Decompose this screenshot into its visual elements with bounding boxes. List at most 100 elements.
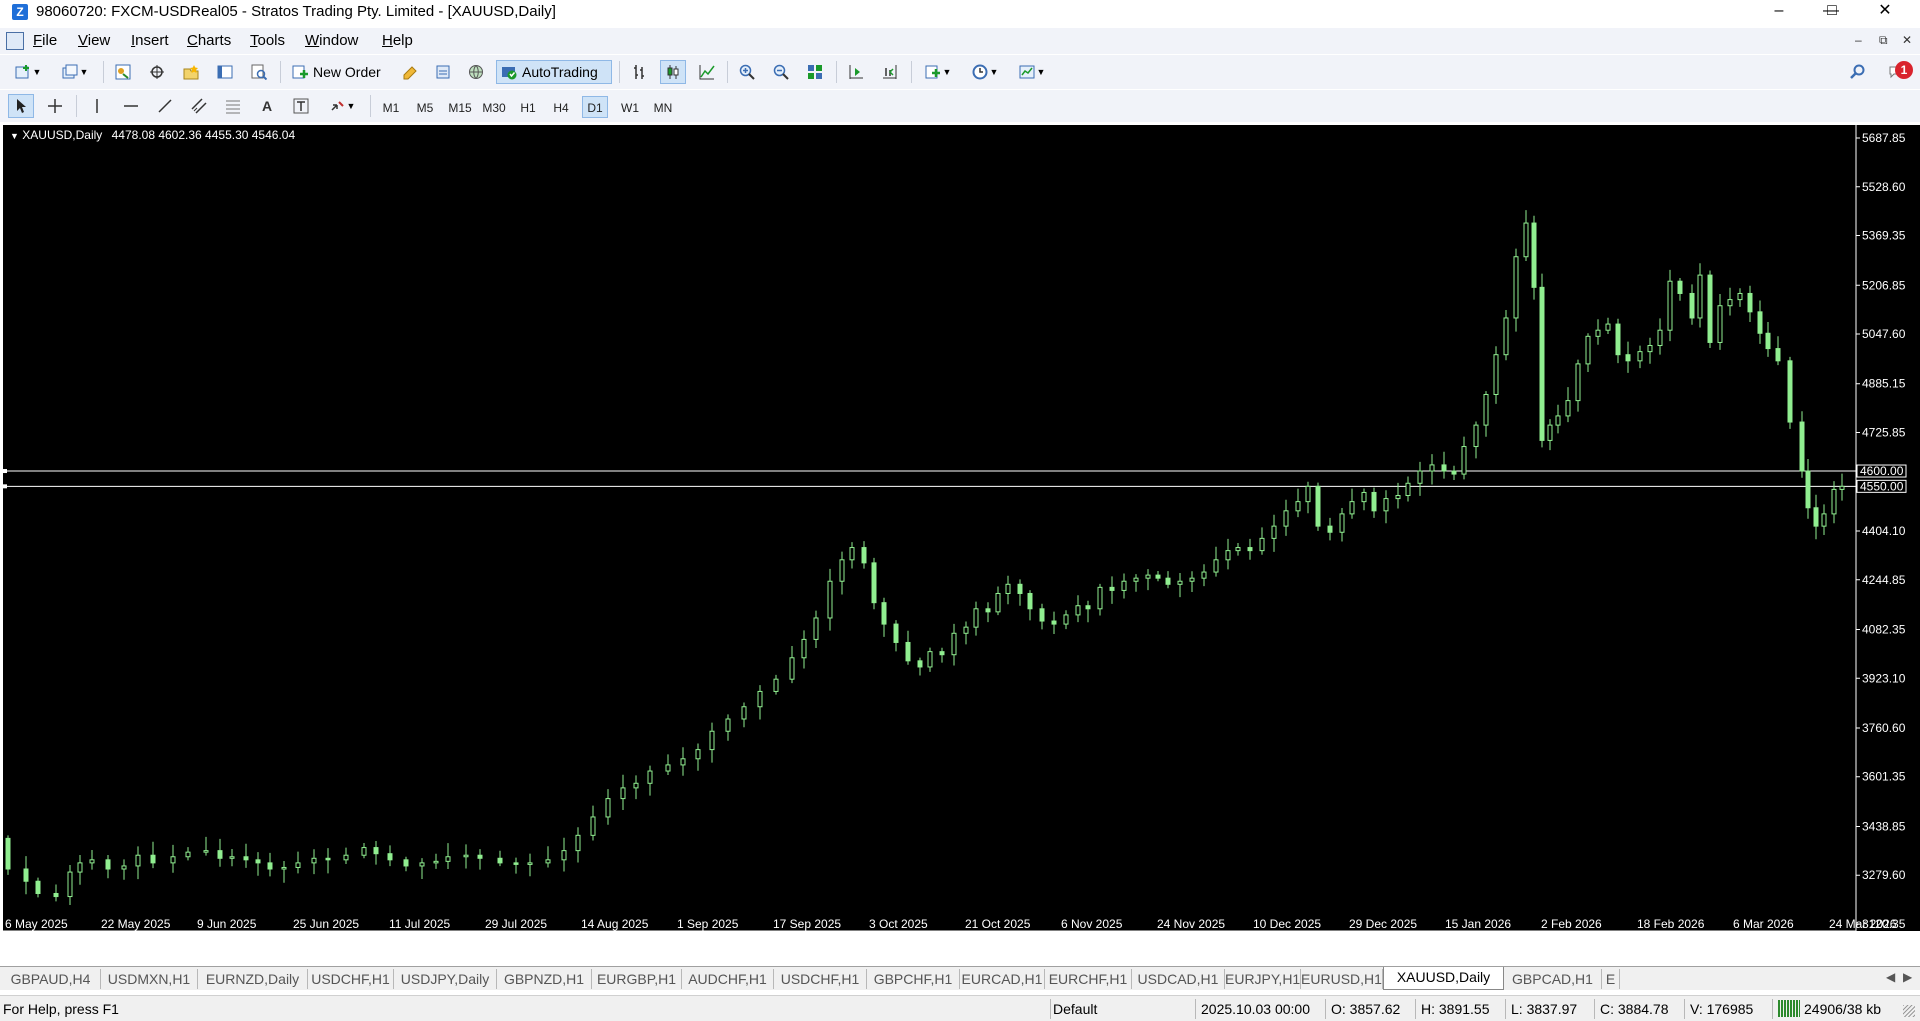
candle-body — [1839, 485, 1845, 490]
price-chart[interactable]: 5687.85 5528.60 5369.35 5206.85 5047.60 4885.… — [3, 125, 1920, 931]
vertical-line-tool-button[interactable] — [84, 94, 110, 118]
timeframe-mn-button[interactable]: MN — [650, 96, 676, 118]
chart-tab[interactable]: USDCAD,H1 — [1132, 969, 1225, 989]
new-order-label: New Order — [313, 64, 381, 80]
search-button[interactable] — [1844, 60, 1870, 84]
candle-body — [343, 854, 349, 861]
chart-tab[interactable]: GBPAUD,H4 — [1, 969, 101, 989]
close-button[interactable]: ✕ — [1862, 0, 1908, 24]
chart-shift-button[interactable] — [843, 60, 869, 84]
text-label-tool-button[interactable] — [288, 94, 314, 118]
profiles-button[interactable]: ▼ — [55, 60, 95, 84]
menu-charts[interactable]: Charts — [187, 32, 231, 49]
chart-tab[interactable]: USDJPY,Daily — [394, 969, 497, 989]
chart-tab[interactable]: E — [1602, 969, 1620, 989]
mdi-close-button[interactable]: ✕ — [1902, 33, 1912, 47]
zoom-in-button[interactable] — [734, 60, 760, 84]
tab-scroll-right-icon[interactable]: ▶ — [1903, 970, 1912, 984]
chart-tab[interactable]: GBPCAD,H1 — [1504, 969, 1602, 989]
menu-insert[interactable]: Insert — [131, 32, 169, 49]
market-button[interactable] — [463, 60, 489, 84]
resize-grip-icon[interactable] — [1903, 1005, 1915, 1017]
new-chart-button[interactable]: ▼ — [8, 60, 48, 84]
arrows-tool-button[interactable]: ▼ — [322, 94, 362, 118]
fibonacci-icon — [226, 100, 240, 114]
data-window-button[interactable] — [144, 60, 170, 84]
chart-menu-triangle-icon[interactable]: ▼ — [10, 131, 19, 141]
chart-tab[interactable]: EURNZD,Daily — [198, 969, 308, 989]
candlestick-chart-button[interactable] — [660, 60, 686, 84]
equidistant-channel-tool-button[interactable] — [186, 94, 212, 118]
templates-button[interactable]: ▼ — [1012, 60, 1052, 84]
chart-tab[interactable]: EURGBP,H1 — [592, 969, 682, 989]
menu-help[interactable]: Help — [382, 32, 413, 49]
tab-scroll-left-icon[interactable]: ◀ — [1886, 970, 1895, 984]
maximize-button[interactable]: □ — [1809, 0, 1855, 24]
bar-chart-button[interactable] — [626, 60, 652, 84]
new-order-icon — [292, 65, 308, 79]
candle-body — [433, 860, 439, 864]
chart-tab[interactable]: EURCHF,H1 — [1045, 969, 1132, 989]
terminal-window: Z 98060720: FXCM-USDReal05 - Stratos Tra… — [0, 0, 1920, 1021]
crosshair-tool-button[interactable] — [42, 94, 68, 118]
mdi-minimize-button[interactable]: – — [1855, 33, 1862, 47]
chart-tab[interactable]: EURUSD,H1 — [1301, 969, 1383, 989]
dropdown-arrow-icon: ▼ — [346, 101, 356, 111]
strategy-tester-button[interactable] — [246, 60, 272, 84]
candle-body — [67, 871, 73, 898]
fibonacci-tool-button[interactable] — [220, 94, 246, 118]
candle-body — [5, 837, 11, 870]
price-tick-label: 4725.85 — [1862, 426, 1906, 440]
timeframe-h1-button[interactable]: H1 — [515, 96, 541, 118]
status-profile[interactable]: Default — [1053, 1001, 1097, 1017]
notifications-button[interactable]: 1 — [1878, 60, 1914, 84]
cursor-tool-button[interactable] — [8, 94, 34, 118]
chart-tab[interactable]: AUDCHF,H1 — [682, 969, 774, 989]
menu-window[interactable]: Window — [305, 32, 358, 49]
signals-button[interactable] — [430, 60, 456, 84]
candle-body — [1405, 482, 1411, 497]
menu-view[interactable]: View — [78, 32, 110, 49]
periods-button[interactable]: ▼ — [965, 60, 1005, 84]
mdi-restore-button[interactable]: ⧉ — [1879, 33, 1888, 48]
candle-body — [170, 856, 176, 864]
auto-scroll-icon — [883, 65, 897, 79]
timeframe-w1-button[interactable]: W1 — [617, 96, 643, 118]
timeframe-m5-button[interactable]: M5 — [412, 96, 438, 118]
navigator-button[interactable] — [178, 60, 204, 84]
chart-tab[interactable]: USDCHF,H1 — [774, 969, 867, 989]
candle-body — [1441, 464, 1447, 472]
trendline-tool-button[interactable] — [152, 94, 178, 118]
timeframe-m1-button[interactable]: M1 — [378, 96, 404, 118]
auto-scroll-button[interactable] — [877, 60, 903, 84]
zoom-out-button[interactable] — [768, 60, 794, 84]
chart-tab[interactable]: EURCAD,H1 — [960, 969, 1045, 989]
chart-tab[interactable]: GBPCHF,H1 — [867, 969, 960, 989]
terminal-button[interactable] — [212, 60, 238, 84]
line-chart-button[interactable] — [694, 60, 720, 84]
new-order-button[interactable]: New Order — [287, 60, 391, 84]
chart-tab[interactable]: USDMXN,H1 — [101, 969, 198, 989]
candle-body — [1775, 348, 1781, 362]
candlestick-chart[interactable]: 5687.85 5528.60 5369.35 5206.85 5047.60 4885.… — [3, 125, 1920, 931]
metaquotes-language-editor-button[interactable] — [397, 60, 423, 84]
tile-windows-button[interactable] — [802, 60, 828, 84]
indicators-button[interactable]: ▼ — [918, 60, 958, 84]
timeframe-h4-button[interactable]: H4 — [548, 96, 574, 118]
text-tool-button[interactable]: A — [254, 94, 280, 118]
timeframe-m15-button[interactable]: M15 — [446, 96, 474, 118]
menu-tools[interactable]: Tools — [250, 32, 285, 49]
horizontal-line-tool-button[interactable] — [118, 94, 144, 118]
candle-body — [1349, 501, 1355, 515]
market-watch-button[interactable] — [110, 60, 136, 84]
minimize-button[interactable]: – — [1756, 0, 1802, 24]
timeframe-m30-button[interactable]: M30 — [480, 96, 508, 118]
chart-tab[interactable]: EURJPY,H1 — [1225, 969, 1301, 989]
candle-body — [403, 859, 409, 867]
chart-tab[interactable]: XAUUSD,Daily — [1383, 967, 1504, 990]
chart-tab[interactable]: USDCHF,H1 — [308, 969, 394, 989]
chart-tab[interactable]: GBPNZD,H1 — [497, 969, 592, 989]
autotrading-button[interactable]: AutoTrading — [496, 60, 612, 84]
menu-file[interactable]: File — [33, 32, 57, 49]
timeframe-d1-button[interactable]: D1 — [582, 96, 608, 118]
